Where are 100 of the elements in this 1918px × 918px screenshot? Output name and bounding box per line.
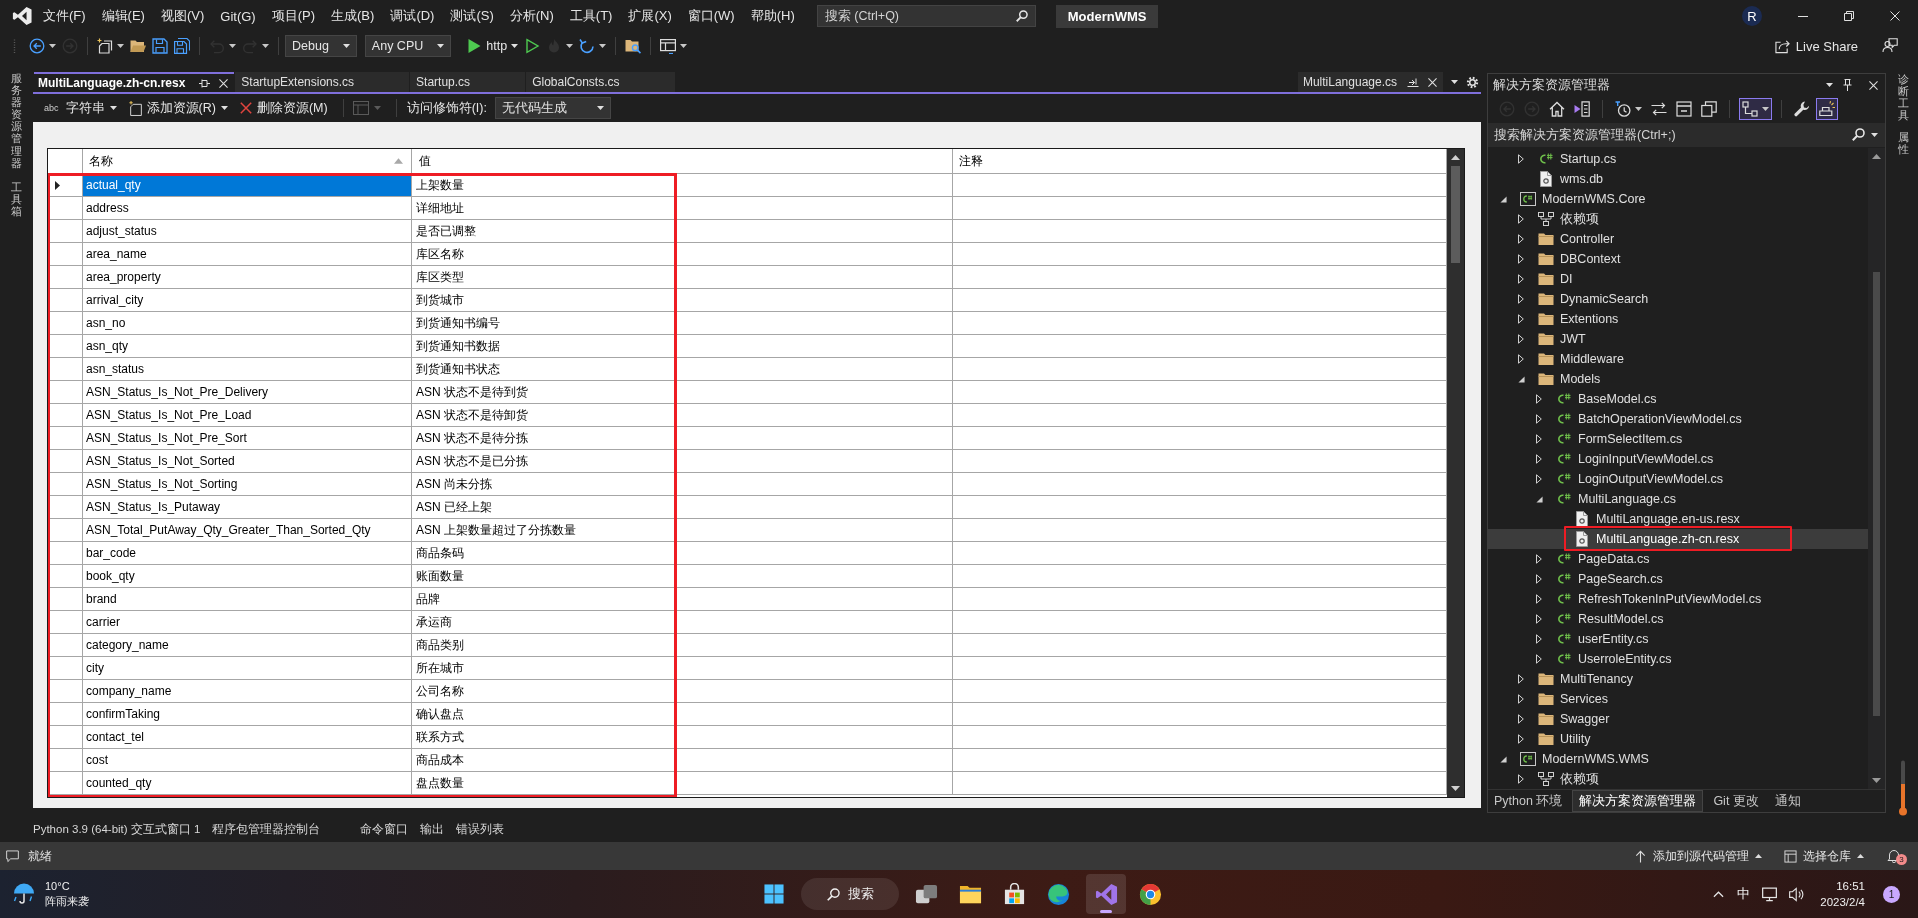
collapsed-arrow-icon[interactable] bbox=[1536, 554, 1542, 564]
document-tab[interactable]: MultiLanguage.zh-cn.resx bbox=[34, 72, 235, 92]
speaker-icon[interactable] bbox=[1789, 886, 1805, 902]
scrollbar-thumb[interactable] bbox=[1451, 166, 1460, 263]
panel-tab[interactable]: 解决方案资源管理器 bbox=[1572, 790, 1704, 812]
tree-item[interactable]: Swagger bbox=[1488, 709, 1868, 729]
gear-icon[interactable] bbox=[1466, 75, 1479, 89]
collapsed-arrow-icon[interactable] bbox=[1518, 354, 1524, 364]
side-tab[interactable]: 工具箱 bbox=[11, 180, 22, 218]
collapsed-arrow-icon[interactable] bbox=[1518, 254, 1524, 264]
tool-window-tab[interactable]: 命令窗口 bbox=[360, 821, 409, 837]
monitor-icon[interactable] bbox=[1762, 886, 1778, 902]
caret-icon[interactable] bbox=[1826, 83, 1833, 87]
caret-icon[interactable] bbox=[1451, 80, 1458, 84]
menu-item[interactable]: 窗口(W) bbox=[687, 7, 735, 25]
live-share-button[interactable]: Live Share bbox=[1774, 38, 1858, 54]
menu-item[interactable]: 项目(P) bbox=[271, 7, 316, 25]
menu-item[interactable]: 编辑(E) bbox=[101, 7, 145, 25]
clock-button[interactable]: 16:51 2023/2/4 bbox=[1820, 878, 1865, 910]
expanded-arrow-icon[interactable] bbox=[1535, 495, 1543, 503]
pin-icon[interactable] bbox=[1843, 79, 1852, 91]
collapsed-arrow-icon[interactable] bbox=[1518, 334, 1524, 344]
add-resource-button[interactable]: 添加资源(R) bbox=[125, 97, 231, 119]
collapsed-arrow-icon[interactable] bbox=[1518, 214, 1524, 224]
toolbar-dropdown[interactable]: Debug bbox=[285, 35, 357, 57]
document-tab[interactable]: StartupExtensions.cs bbox=[235, 72, 410, 92]
tree-item[interactable]: ResultModel.cs bbox=[1488, 609, 1868, 629]
weather-widget[interactable]: 10°C 阵雨来袭 bbox=[13, 879, 89, 909]
tree-item[interactable]: FormSelectItem.cs bbox=[1488, 429, 1868, 449]
search-field[interactable]: 搜索 (Ctrl+Q) bbox=[816, 5, 1036, 27]
expanded-arrow-icon[interactable] bbox=[1499, 755, 1507, 763]
chevron-up-icon[interactable] bbox=[1713, 890, 1725, 898]
scroll-down-icon[interactable] bbox=[1872, 778, 1881, 783]
remove-resource-button[interactable]: 删除资源(M) bbox=[236, 97, 331, 119]
preview-button[interactable] bbox=[1816, 98, 1838, 120]
tree-item[interactable]: userEntity.cs bbox=[1488, 629, 1868, 649]
tree-item[interactable]: PageSearch.cs bbox=[1488, 569, 1868, 589]
panel-tab[interactable]: 通知 bbox=[1768, 790, 1807, 812]
side-tab[interactable]: 诊断工具 bbox=[1897, 73, 1909, 122]
tool-window-tab[interactable]: Python 3.9 (64-bit) 交互式窗口 1 bbox=[33, 821, 201, 837]
collapsed-arrow-icon[interactable] bbox=[1536, 634, 1542, 644]
expanded-arrow-icon[interactable] bbox=[1499, 195, 1507, 203]
tree-item[interactable]: 依赖项 bbox=[1488, 209, 1868, 229]
tool-window-tab[interactable]: 程序包管理器控制台 bbox=[212, 821, 321, 837]
tool-window-tab[interactable]: 错误列表 bbox=[456, 821, 505, 837]
tree-item[interactable]: Utility bbox=[1488, 729, 1868, 749]
tree-item[interactable]: LoginOutputViewModel.cs bbox=[1488, 469, 1868, 489]
document-tab[interactable]: GlobalConsts.cs bbox=[526, 72, 675, 92]
tree-item[interactable]: MultiLanguage.zh-cn.resx bbox=[1488, 529, 1868, 549]
notifications-button[interactable] bbox=[1886, 848, 1902, 864]
repository-button[interactable]: 选择仓库 bbox=[1784, 847, 1864, 865]
collapsed-arrow-icon[interactable] bbox=[1518, 674, 1524, 684]
toolbar-dropdown[interactable]: Any CPU bbox=[364, 35, 452, 57]
tree-item[interactable]: DBContext bbox=[1488, 249, 1868, 269]
menu-item[interactable]: 工具(T) bbox=[569, 7, 613, 25]
collapsed-arrow-icon[interactable] bbox=[1536, 434, 1542, 444]
tree-item[interactable]: UserroleEntity.cs bbox=[1488, 649, 1868, 669]
caret-icon[interactable] bbox=[1871, 133, 1878, 137]
collapsed-arrow-icon[interactable] bbox=[1536, 394, 1542, 404]
save-button[interactable] bbox=[149, 35, 171, 57]
input-method-indicator[interactable]: 中 bbox=[1737, 885, 1751, 903]
collapsed-arrow-icon[interactable] bbox=[1518, 774, 1524, 784]
collapsed-arrow-icon[interactable] bbox=[1518, 154, 1524, 164]
collapsed-arrow-icon[interactable] bbox=[1518, 314, 1524, 324]
menu-item[interactable]: 生成(B) bbox=[331, 7, 375, 25]
tree-item[interactable]: BatchOperationViewModel.cs bbox=[1488, 409, 1868, 429]
side-tab[interactable]: 属性 bbox=[1897, 131, 1909, 156]
taskbar-search-button[interactable]: 搜索 bbox=[801, 878, 899, 910]
access-modifier-dropdown[interactable]: 无代码生成 bbox=[494, 97, 611, 119]
tree-item[interactable]: 依赖项 bbox=[1488, 769, 1868, 789]
menu-item[interactable]: 测试(S) bbox=[450, 7, 494, 25]
start-button[interactable]: http bbox=[463, 35, 522, 57]
tree-item[interactable]: ModernWMS.WMS bbox=[1488, 749, 1868, 769]
person-speech-icon[interactable] bbox=[1882, 38, 1898, 54]
tree-item[interactable]: PageData.cs bbox=[1488, 549, 1868, 569]
search-field[interactable]: 搜索解决方案资源管理器(Ctrl+;) bbox=[1488, 123, 1885, 147]
tree-item[interactable]: MultiLanguage.en-us.resx bbox=[1488, 509, 1868, 529]
tree-item[interactable]: Extentions bbox=[1488, 309, 1868, 329]
pin-icon[interactable] bbox=[199, 78, 211, 88]
tree-item[interactable]: DI bbox=[1488, 269, 1868, 289]
column-header[interactable]: 名称 bbox=[83, 149, 412, 173]
tool-window-tab[interactable]: 输出 bbox=[420, 821, 445, 837]
notification-count[interactable]: 1 bbox=[1883, 885, 1900, 903]
save-all-button[interactable] bbox=[171, 35, 193, 57]
tree-item[interactable]: Services bbox=[1488, 689, 1868, 709]
resource-type-dropdown[interactable]: abc 字符串 bbox=[41, 97, 120, 119]
scroll-up-icon[interactable] bbox=[1872, 154, 1881, 159]
arrow-to-line-icon[interactable] bbox=[1407, 77, 1419, 87]
collapsed-arrow-icon[interactable] bbox=[1536, 474, 1542, 484]
search-icon[interactable] bbox=[1852, 128, 1865, 141]
scroll-down-icon[interactable] bbox=[1451, 786, 1460, 791]
preview-tab[interactable]: MultiLanguage.cs bbox=[1297, 72, 1443, 92]
close-icon[interactable] bbox=[1428, 77, 1437, 87]
collapsed-arrow-icon[interactable] bbox=[1518, 294, 1524, 304]
tree-item[interactable]: MultiTenancy bbox=[1488, 669, 1868, 689]
column-header[interactable]: 值 bbox=[412, 149, 953, 173]
collapsed-arrow-icon[interactable] bbox=[1518, 274, 1524, 284]
menu-item[interactable]: 扩展(X) bbox=[628, 7, 672, 25]
collapsed-arrow-icon[interactable] bbox=[1518, 734, 1524, 744]
tree-item[interactable]: Controller bbox=[1488, 229, 1868, 249]
